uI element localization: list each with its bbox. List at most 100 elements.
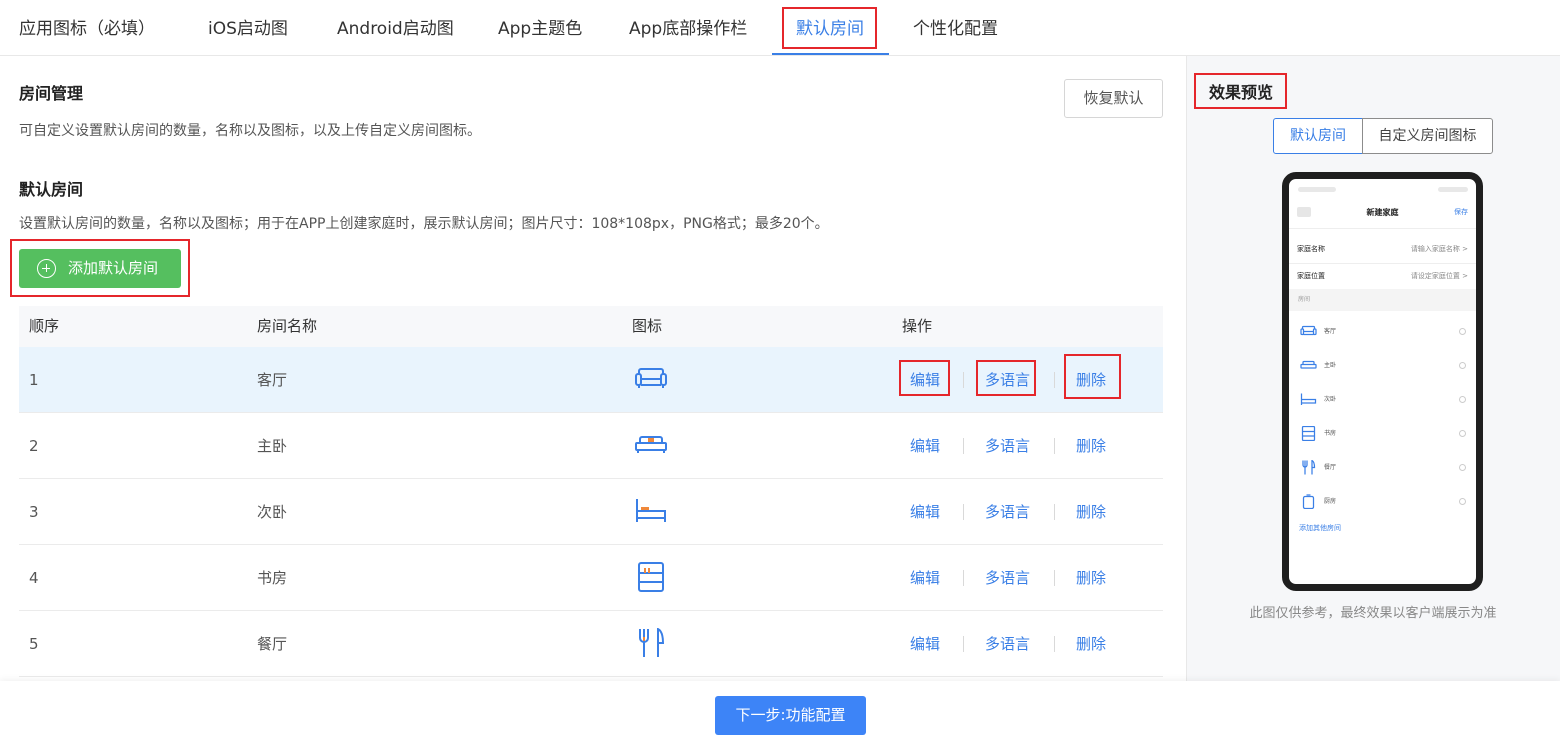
- multilingual-link[interactable]: 多语言: [985, 611, 1030, 677]
- phone-home-name-label: 家庭名称: [1297, 245, 1325, 253]
- segment-custom-room-icons[interactable]: 自定义房间图标: [1362, 118, 1493, 154]
- phone-home-name-row: 家庭名称 请输入家庭名称 >: [1297, 236, 1468, 263]
- delete-link[interactable]: 删除: [1076, 413, 1106, 479]
- phone-room-name: 书房: [1324, 430, 1337, 437]
- action-divider: [963, 504, 964, 520]
- delete-link[interactable]: 删除: [1076, 545, 1106, 611]
- bookshelf-icon: [1301, 426, 1316, 441]
- phone-room-item: 主卧: [1297, 349, 1468, 383]
- delete-link[interactable]: 删除: [1076, 479, 1106, 545]
- preview-note: 此图仅供参考，最终效果以客户端展示为准: [1249, 606, 1497, 621]
- row-room-name: 次卧: [257, 503, 288, 521]
- preview-title: 效果预览: [1209, 83, 1274, 102]
- default-rooms-title: 默认房间: [19, 180, 84, 199]
- room-management-title: 房间管理: [19, 84, 84, 103]
- single-bed-icon: [1300, 393, 1317, 405]
- radio-icon: [1459, 362, 1466, 369]
- tab-theme-color[interactable]: App主题色: [498, 0, 582, 56]
- sofa-icon: [1300, 325, 1317, 336]
- header-actions: 操作: [902, 317, 933, 335]
- row-order: 1: [29, 371, 39, 389]
- plus-circle-icon: [37, 259, 56, 278]
- radio-icon: [1459, 464, 1466, 471]
- double-bed-icon: [635, 436, 667, 453]
- delete-link[interactable]: 删除: [1076, 347, 1106, 413]
- delete-link[interactable]: 删除: [1076, 611, 1106, 677]
- sofa-icon: [635, 368, 667, 388]
- action-divider: [1054, 504, 1055, 520]
- phone-room-item: 客厅: [1297, 315, 1468, 349]
- reset-default-button[interactable]: 恢复默认: [1064, 79, 1163, 118]
- action-divider: [963, 636, 964, 652]
- row-room-name: 主卧: [257, 437, 288, 455]
- segment-default-rooms[interactable]: 默认房间: [1273, 118, 1363, 154]
- multilingual-link[interactable]: 多语言: [985, 545, 1030, 611]
- radio-icon: [1459, 328, 1466, 335]
- action-divider: [1054, 636, 1055, 652]
- radio-icon: [1459, 430, 1466, 437]
- phone-room-item: 次卧: [1297, 383, 1468, 417]
- phone-home-name-placeholder: 请输入家庭名称 >: [1410, 245, 1468, 253]
- table-row: 4 书房 编辑 多语言 删除: [19, 545, 1163, 611]
- multilingual-link[interactable]: 多语言: [985, 413, 1030, 479]
- tab-personalization[interactable]: 个性化配置: [913, 0, 998, 56]
- phone-room-name: 厨房: [1324, 498, 1337, 505]
- bookshelf-icon: [638, 562, 664, 592]
- phone-room-name: 客厅: [1324, 328, 1337, 335]
- phone-room-name: 主卧: [1324, 362, 1337, 369]
- multilingual-link[interactable]: 多语言: [985, 347, 1030, 413]
- tab-default-rooms[interactable]: 默认房间: [796, 0, 864, 56]
- phone-add-other-room: 添加其他房间: [1299, 524, 1341, 532]
- header-order: 顺序: [29, 317, 60, 335]
- fork-knife-icon: [1302, 460, 1316, 475]
- row-room-name: 书房: [257, 569, 288, 587]
- phone-mockup: 新建家庭 保存 家庭名称 请输入家庭名称 > 家庭位置 请设定家庭位置 > 房间…: [1282, 172, 1483, 591]
- edit-link[interactable]: 编辑: [910, 611, 940, 677]
- table-row: 5 餐厅 编辑 多语言 删除: [19, 611, 1163, 677]
- radio-icon: [1459, 498, 1466, 505]
- default-rooms-description: 设置默认房间的数量，名称以及图标；用于在APP上创建家庭时，展示默认房间；图片尺…: [19, 216, 829, 232]
- phone-home-location-row: 家庭位置 请设定家庭位置 >: [1297, 263, 1468, 290]
- multilingual-link[interactable]: 多语言: [985, 479, 1030, 545]
- active-tab-indicator: [772, 53, 889, 55]
- edit-link[interactable]: 编辑: [910, 413, 940, 479]
- fork-knife-icon: [639, 628, 665, 657]
- edit-link[interactable]: 编辑: [910, 347, 940, 413]
- phone-title: 新建家庭: [1366, 208, 1399, 217]
- add-default-room-button[interactable]: 添加默认房间: [19, 249, 181, 288]
- top-tab-bar: 应用图标（必填） iOS启动图 Android启动图 App主题色 App底部操…: [0, 0, 1560, 56]
- action-divider: [963, 372, 964, 388]
- tab-ios-splash[interactable]: iOS启动图: [208, 0, 288, 56]
- next-step-button[interactable]: 下一步:功能配置: [715, 696, 866, 735]
- tab-android-splash[interactable]: Android启动图: [337, 0, 454, 56]
- table-row: 2 主卧 编辑 多语言 删除: [19, 413, 1163, 479]
- add-default-room-label: 添加默认房间: [68, 259, 159, 277]
- phone-room-item: 厨房: [1297, 485, 1468, 519]
- row-order: 3: [29, 503, 39, 521]
- phone-home-location-placeholder: 请设定家庭位置 >: [1410, 272, 1468, 280]
- tab-bottom-bar[interactable]: App底部操作栏: [629, 0, 747, 56]
- radio-icon: [1459, 396, 1466, 403]
- action-divider: [963, 438, 964, 454]
- edit-link[interactable]: 编辑: [910, 545, 940, 611]
- row-order: 4: [29, 569, 39, 587]
- row-room-name: 客厅: [257, 371, 288, 389]
- header-room-name: 房间名称: [257, 317, 318, 335]
- action-divider: [1054, 570, 1055, 586]
- phone-rooms-header: 房间: [1289, 289, 1476, 311]
- tab-app-icon[interactable]: 应用图标（必填）: [19, 0, 155, 56]
- room-management-description: 可自定义设置默认房间的数量，名称以及图标，以及上传自定义房间图标。: [19, 123, 481, 139]
- table-row: 1 客厅 编辑 多语言 删除: [19, 347, 1163, 413]
- phone-save: 保存: [1454, 208, 1468, 216]
- edit-link[interactable]: 编辑: [910, 479, 940, 545]
- phone-home-location-label: 家庭位置: [1297, 272, 1325, 280]
- phone-status-bar: [1438, 187, 1468, 192]
- row-order: 2: [29, 437, 39, 455]
- phone-room-item: 餐厅: [1297, 451, 1468, 485]
- double-bed-icon: [1300, 360, 1317, 369]
- table-row: 3 次卧 编辑 多语言 删除: [19, 479, 1163, 545]
- action-divider: [1054, 438, 1055, 454]
- kitchen-pot-icon: [1302, 494, 1315, 509]
- phone-room-name: 次卧: [1324, 396, 1337, 403]
- phone-room-item: 书房: [1297, 417, 1468, 451]
